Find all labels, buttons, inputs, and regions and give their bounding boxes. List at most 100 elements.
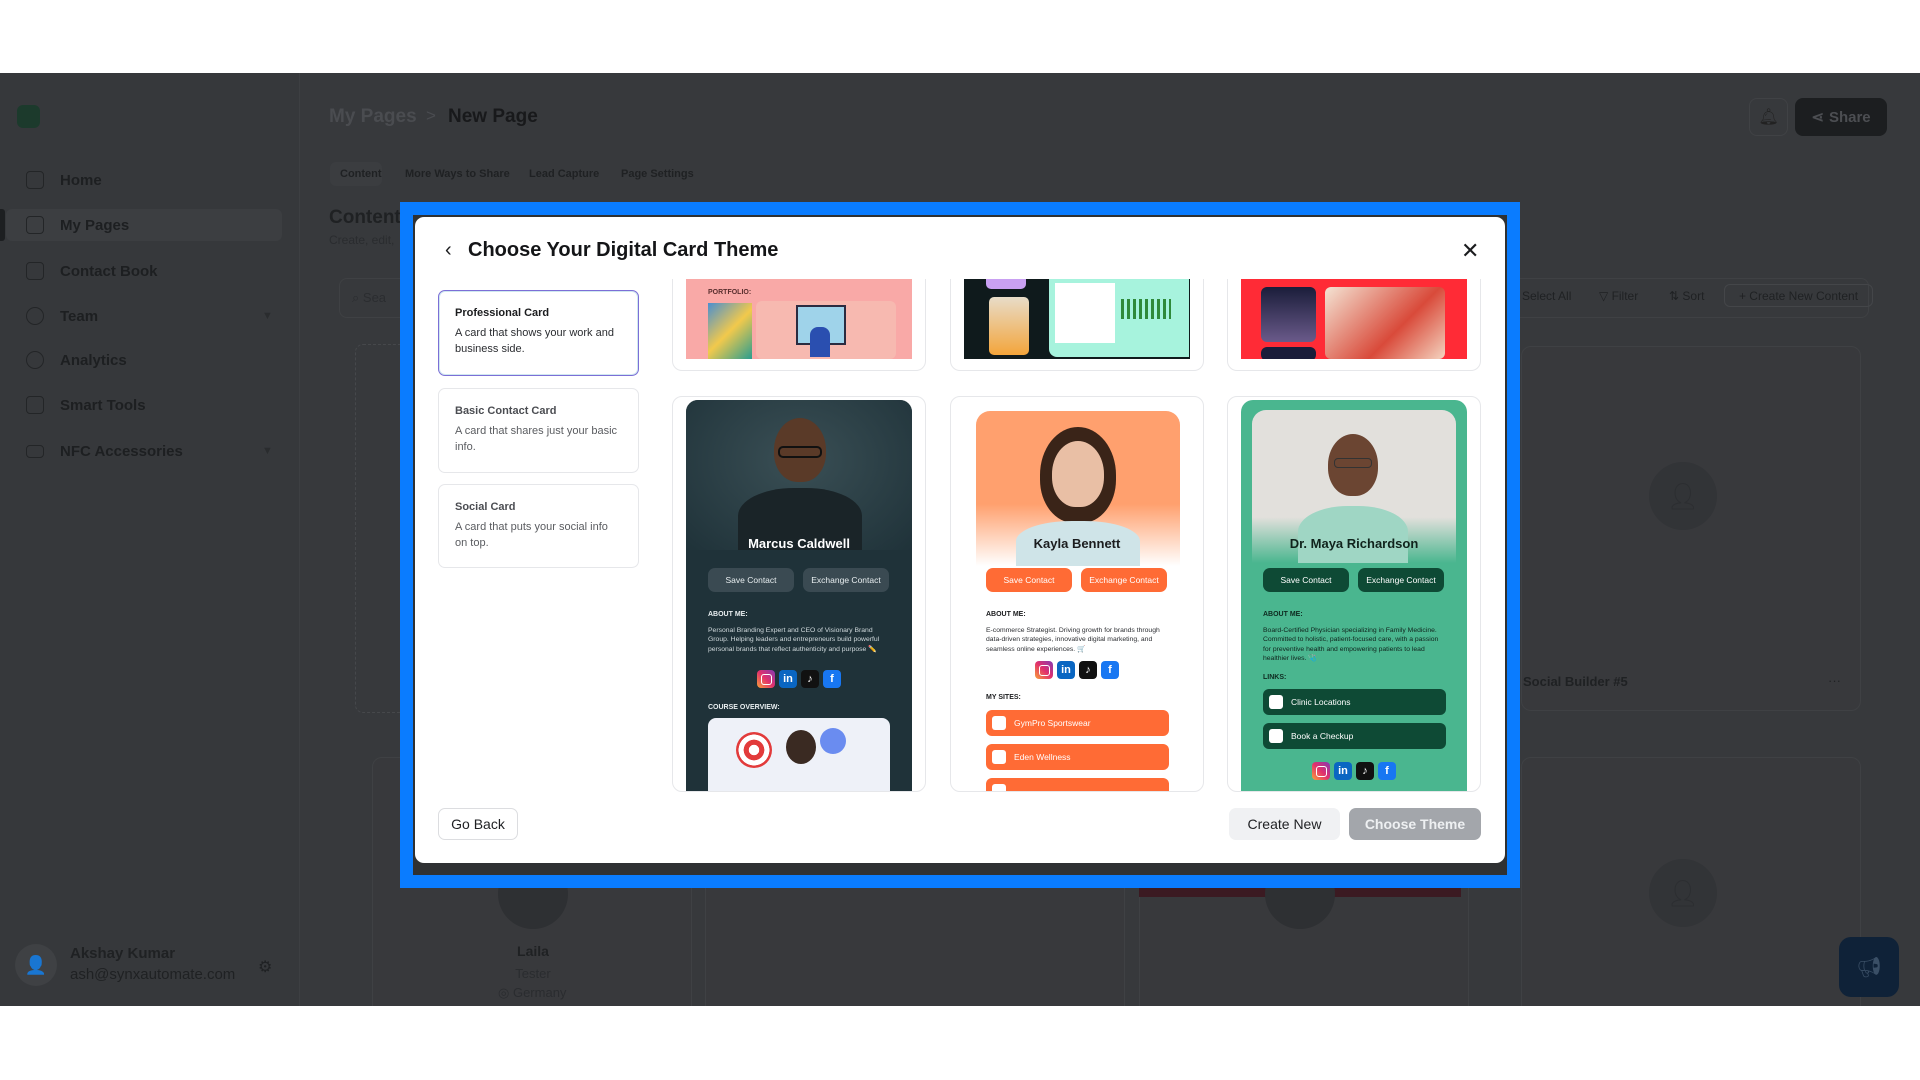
sidebar-item-team[interactable]: Team ▼ bbox=[6, 300, 282, 332]
course-image bbox=[708, 718, 890, 791]
user-name: Akshay Kumar bbox=[70, 945, 176, 962]
card-name: Dr. Maya Richardson bbox=[1289, 536, 1419, 551]
breadcrumb-parent[interactable]: My Pages bbox=[329, 106, 417, 128]
option-title: Social Card bbox=[455, 501, 516, 513]
section-label: COURSE OVERVIEW: bbox=[708, 704, 780, 711]
content-subtitle: Create, edit, bbox=[329, 233, 395, 247]
option-title: Basic Contact Card bbox=[455, 405, 557, 417]
sidebar-item-my-pages[interactable]: My Pages bbox=[6, 209, 282, 241]
tiktok-icon bbox=[1356, 762, 1374, 780]
share-icon: ⋖ bbox=[1811, 109, 1824, 126]
analytics-icon bbox=[26, 351, 44, 369]
share-button[interactable]: ⋖ Share bbox=[1795, 98, 1887, 136]
chevron-down-icon: ▼ bbox=[262, 310, 273, 322]
sidebar-item-home[interactable]: Home bbox=[6, 164, 282, 196]
filter-button[interactable]: ▽ Filter bbox=[1599, 289, 1638, 303]
option-basic-contact-card[interactable]: Basic Contact Card A card that shares jus… bbox=[438, 388, 639, 473]
tab-lead-capture[interactable]: Lead Capture bbox=[529, 168, 599, 180]
option-desc: A card that shares just your basic info. bbox=[455, 425, 618, 453]
logo bbox=[17, 105, 40, 128]
theme-tile-maya[interactable]: Dr. Maya Richardson Save Contact Exchang… bbox=[1227, 396, 1481, 792]
site-label: Eden Wellness bbox=[1014, 752, 1071, 762]
site-link: Eden Wellness bbox=[986, 744, 1169, 770]
breadcrumb-separator: > bbox=[426, 106, 436, 125]
profile-photo bbox=[686, 400, 912, 550]
sidebar: Home My Pages Contact Book Team ▼ Analyti… bbox=[0, 73, 300, 1006]
user-email: ash@synxautomate.com bbox=[70, 966, 236, 983]
gear-icon[interactable]: ⚙ bbox=[258, 957, 272, 977]
select-all-button[interactable]: Select All bbox=[1522, 289, 1571, 303]
globe-icon bbox=[992, 750, 1006, 764]
sidebar-item-smart-tools[interactable]: Smart Tools bbox=[6, 389, 282, 421]
instagram-icon bbox=[1035, 661, 1053, 679]
more-options-icon[interactable]: ··· bbox=[1828, 673, 1841, 688]
theme-tile-wedding[interactable] bbox=[1227, 279, 1481, 371]
create-new-button[interactable]: Create New bbox=[1229, 808, 1340, 840]
portfolio-image bbox=[708, 303, 752, 359]
exchange-contact-button: Exchange Contact bbox=[1358, 568, 1444, 592]
link-label: Clinic Locations bbox=[1291, 697, 1351, 707]
avatar-placeholder-icon: 👤︎ bbox=[1649, 859, 1717, 927]
tab-more-ways[interactable]: More Ways to Share bbox=[405, 168, 510, 180]
close-icon[interactable]: ✕ bbox=[1461, 238, 1479, 264]
facebook-icon bbox=[1378, 762, 1396, 780]
profile-location: ◎ Germany bbox=[498, 985, 567, 1000]
about-label: ABOUT ME: bbox=[986, 611, 1026, 618]
social-icons bbox=[1241, 762, 1467, 780]
page-title: New Page bbox=[448, 106, 538, 127]
sidebar-item-nfc-accessories[interactable]: NFC Accessories ▼ bbox=[6, 435, 282, 467]
location-icon bbox=[1269, 695, 1283, 709]
search-input[interactable]: ⌕ Sea bbox=[352, 290, 386, 306]
megaphone-icon[interactable]: 📢︎ bbox=[1839, 937, 1899, 997]
nav-label: Home bbox=[60, 171, 102, 189]
user-avatar[interactable]: 👤 bbox=[15, 944, 57, 986]
social-icons bbox=[964, 661, 1190, 679]
globe-icon bbox=[1269, 729, 1283, 743]
tab-page-settings[interactable]: Page Settings bbox=[621, 168, 694, 180]
sidebar-item-contact-book[interactable]: Contact Book bbox=[6, 255, 282, 287]
option-professional-card[interactable]: Professional Card A card that shows your … bbox=[438, 290, 639, 376]
option-social-card[interactable]: Social Card A card that puts your social … bbox=[438, 484, 639, 568]
choose-theme-button[interactable]: Choose Theme bbox=[1349, 808, 1481, 840]
tab-content[interactable]: Content bbox=[340, 168, 382, 180]
instagram-icon bbox=[757, 670, 775, 688]
bell-icon[interactable]: 🔔︎ bbox=[1749, 98, 1788, 136]
team-icon bbox=[26, 307, 44, 325]
phone-mockup bbox=[989, 297, 1029, 355]
site-label: GymPro Sportswear bbox=[1014, 718, 1091, 728]
home-icon bbox=[26, 171, 44, 189]
nav-label: Smart Tools bbox=[60, 396, 146, 414]
section-label: LINKS: bbox=[1263, 674, 1287, 681]
sort-button[interactable]: ⇅ Sort bbox=[1669, 289, 1704, 303]
theme-tile-dashboard[interactable] bbox=[950, 279, 1204, 371]
profile-role: Tester bbox=[515, 966, 551, 981]
site-link: GymPro Sportswear bbox=[986, 710, 1169, 736]
about-text: Personal Branding Expert and CEO of Visi… bbox=[708, 627, 880, 653]
tiktok-icon bbox=[1079, 661, 1097, 679]
nav-label: Analytics bbox=[60, 351, 127, 369]
back-icon[interactable]: ‹ bbox=[445, 239, 452, 262]
create-new-content-button[interactable]: + Create New Content bbox=[1724, 284, 1873, 307]
facebook-icon bbox=[1101, 661, 1119, 679]
theme-tile-kayla[interactable]: Kayla Bennett Save Contact Exchange Cont… bbox=[950, 396, 1204, 792]
option-desc: A card that shows your work and business… bbox=[455, 327, 614, 355]
option-desc: A card that puts your social info on top… bbox=[455, 521, 608, 549]
location-label: Germany bbox=[512, 985, 567, 1000]
linkedin-icon bbox=[779, 670, 797, 688]
share-label: Share bbox=[1828, 108, 1871, 126]
go-back-button[interactable]: Go Back bbox=[438, 808, 518, 840]
about-label: ABOUT ME: bbox=[708, 611, 748, 618]
nav-label: NFC Accessories bbox=[60, 442, 183, 460]
theme-tile-marcus[interactable]: Marcus Caldwell Save Contact Exchange Co… bbox=[672, 396, 926, 792]
section-label: MY SITES: bbox=[986, 694, 1021, 701]
sidebar-item-analytics[interactable]: Analytics bbox=[6, 344, 282, 376]
modal-title: Choose Your Digital Card Theme bbox=[468, 239, 779, 261]
theme-tile-portfolio[interactable]: PORTFOLIO: bbox=[672, 279, 926, 371]
portfolio-image bbox=[756, 301, 896, 359]
option-title: Professional Card bbox=[455, 307, 550, 319]
save-contact-button: Save Contact bbox=[986, 568, 1072, 592]
profile-name: Laila bbox=[517, 943, 549, 959]
nav-label: Contact Book bbox=[60, 262, 158, 280]
save-contact-button: Save Contact bbox=[1263, 568, 1349, 592]
linkedin-icon bbox=[1057, 661, 1075, 679]
